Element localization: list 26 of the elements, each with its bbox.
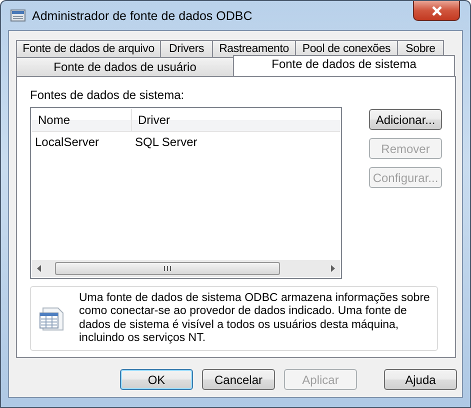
close-button[interactable] [413,1,460,21]
tab[interactable]: Drivers [160,40,213,57]
grip-icon [164,266,171,271]
side-button[interactable]: Adicionar... [369,109,442,130]
window-icon [10,8,26,24]
tab[interactable]: Fonte de dados de usuário [16,57,234,76]
data-source-list[interactable]: Nome Driver LocalServer SQL Server [30,107,342,279]
column-header[interactable]: Nome [32,109,132,131]
scroll-right-icon[interactable] [330,265,335,272]
tab[interactable]: Fonte de dados de sistema [233,55,455,76]
table-document-icon [39,306,65,330]
tab[interactable]: Rastreamento [212,40,296,57]
column-header[interactable]: Driver [132,109,170,131]
tab[interactable]: Fonte de dados de arquivo [16,40,161,57]
dialog-button[interactable]: Ajuda [384,369,457,390]
horizontal-scrollbar[interactable] [32,260,340,277]
table-cell[interactable]: LocalServer [32,135,132,149]
scrollbar-thumb[interactable] [55,262,280,275]
info-text: Uma fonte de dados de sistema ODBC armazena informações sobre como conectar-se ao provedor de dados indicado. Uma fonte de dados de sistema é visível a todos os usuários desta máquina, incluindo os serviços NT. [79,292,431,346]
window-title: Administrador de fonte de dados ODBC [32,8,252,22]
dialog-button[interactable]: OK [120,369,193,390]
scroll-left-icon[interactable] [37,265,42,272]
table-cell[interactable]: SQL Server [132,135,198,149]
list-label: Fontes de dados de sistema: [30,88,186,104]
dialog-button[interactable]: Cancelar [202,369,275,390]
close-icon [430,6,442,16]
